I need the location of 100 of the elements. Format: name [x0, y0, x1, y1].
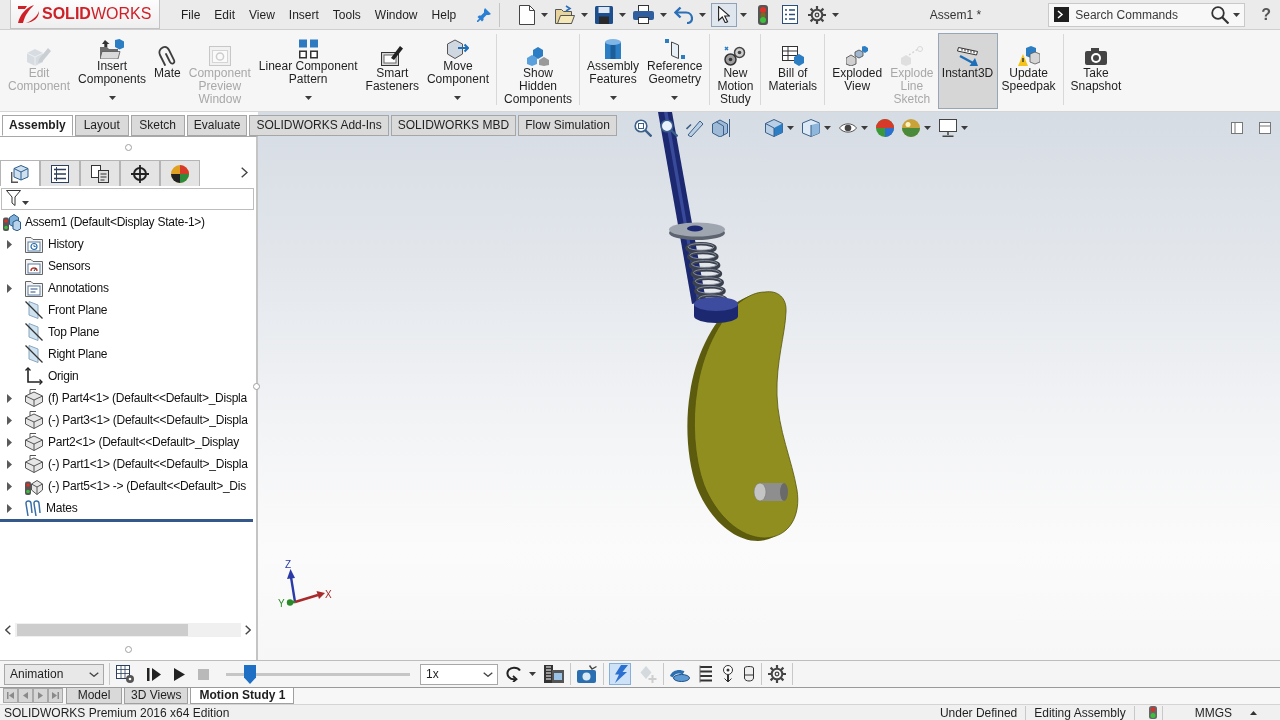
scrollbar-track[interactable]: [15, 622, 241, 637]
grip-icon[interactable]: [253, 383, 260, 390]
tree-item[interactable]: Annotations: [7, 278, 110, 298]
gear-icon[interactable]: [808, 5, 827, 24]
caret-icon[interactable]: [660, 12, 668, 17]
caret-icon[interactable]: [699, 12, 707, 17]
tool-button[interactable]: [543, 663, 565, 685]
panel-tab[interactable]: [120, 160, 160, 186]
filter-field[interactable]: [1, 188, 254, 210]
units-button[interactable]: MMGS: [1194, 705, 1232, 720]
panel-tab[interactable]: [160, 160, 200, 186]
tool-button[interactable]: [767, 663, 787, 685]
ribbon-button[interactable]: Show Hidden Components: [499, 33, 576, 109]
menu-item[interactable]: File: [174, 5, 208, 24]
ribbon-button[interactable]: Smart Fasteners: [361, 33, 423, 109]
save-icon[interactable]: [595, 5, 614, 24]
command-tab[interactable]: Layout: [74, 115, 129, 136]
scrollbar-thumb[interactable]: [17, 623, 188, 636]
slanted-arrow-icon[interactable]: [686, 119, 704, 137]
zoom-fit-icon[interactable]: [634, 119, 652, 137]
grip-icon[interactable]: [124, 144, 132, 151]
expand-arrow-icon[interactable]: [7, 481, 12, 491]
caret-icon[interactable]: [541, 12, 549, 17]
traffic-light-icon[interactable]: [758, 4, 769, 25]
scene-sphere-icon[interactable]: [902, 119, 920, 137]
eye-icon[interactable]: [839, 122, 857, 134]
help-button[interactable]: ?: [1261, 5, 1271, 24]
tool-button[interactable]: [698, 663, 714, 685]
tree-item[interactable]: Front Plane: [7, 300, 109, 320]
caret-icon[interactable]: [22, 201, 29, 205]
command-tab[interactable]: SOLIDWORKS MBD: [390, 115, 517, 136]
menu-item[interactable]: Insert: [281, 5, 326, 24]
expand-arrow-icon[interactable]: [7, 415, 12, 425]
ribbon-button[interactable]: Move Component: [422, 33, 493, 109]
select-tool-button[interactable]: [711, 2, 738, 27]
caret-icon[interactable]: [1233, 12, 1241, 17]
ribbon-button[interactable]: Update Speedpak: [997, 33, 1060, 109]
menu-item[interactable]: Window: [367, 5, 425, 24]
tree-item[interactable]: Assem1 (Default<Display State-1>): [3, 212, 206, 232]
ribbon-button[interactable]: Assembly Features: [583, 33, 644, 109]
tree-item[interactable]: Right Plane: [7, 344, 109, 364]
caret-icon[interactable]: [529, 672, 536, 676]
pin-icon[interactable]: [477, 7, 492, 22]
expand-arrow-icon[interactable]: [7, 437, 12, 447]
tree-item[interactable]: (-) Part5<1> -> (Default<<Default>_Dis: [7, 476, 247, 496]
expand-arrow-icon[interactable]: [7, 459, 12, 469]
slider-thumb[interactable]: [243, 664, 256, 684]
panel-tab[interactable]: [0, 160, 40, 186]
monitor-icon[interactable]: [939, 119, 957, 137]
search-icon[interactable]: [1211, 5, 1230, 24]
open-folder-icon[interactable]: [555, 5, 576, 24]
expand-arrow-icon[interactable]: [7, 503, 12, 513]
caret-icon[interactable]: [581, 12, 589, 17]
caret-icon[interactable]: [861, 126, 868, 130]
caret-icon[interactable]: [832, 12, 840, 17]
caret-icon[interactable]: [740, 12, 748, 17]
panel-tab[interactable]: [80, 160, 120, 186]
tree-item[interactable]: Sensors: [7, 256, 92, 276]
scroll-right-icon[interactable]: [245, 624, 251, 635]
search-bar[interactable]: Search Commands: [1048, 2, 1246, 27]
command-tab[interactable]: SOLIDWORKS Add-Ins: [249, 115, 389, 136]
ribbon-button[interactable]: New Motion Study: [713, 33, 758, 109]
window-icon[interactable]: [1259, 122, 1271, 134]
search-field[interactable]: Search Commands: [1075, 6, 1206, 23]
ribbon-button[interactable]: Reference Geometry: [643, 33, 707, 109]
tool-button[interactable]: [742, 663, 756, 685]
section-view-icon[interactable]: [712, 119, 730, 137]
chevron-right-icon[interactable]: [241, 166, 248, 178]
caret-icon[interactable]: [924, 126, 931, 130]
panel-tab[interactable]: [40, 160, 80, 186]
caret-icon[interactable]: [619, 12, 627, 17]
study-type-dropdown[interactable]: Animation: [4, 663, 104, 685]
ribbon-button[interactable]: Linear Component Pattern: [254, 33, 362, 109]
undo-icon[interactable]: [674, 5, 694, 24]
speed-dropdown[interactable]: 1x: [420, 663, 498, 685]
new-document-icon[interactable]: [519, 4, 536, 25]
list-icon[interactable]: [782, 5, 799, 24]
tree-item[interactable]: Mates: [7, 498, 79, 518]
ribbon-button[interactable]: Instant3D: [937, 33, 998, 109]
shaded-cube-icon[interactable]: [802, 119, 820, 137]
expand-arrow-icon[interactable]: [7, 239, 12, 249]
bottom-tab[interactable]: Motion Study 1: [190, 688, 295, 704]
bottom-tab[interactable]: 3D Views: [124, 688, 189, 704]
menu-item[interactable]: Edit: [207, 5, 243, 24]
tree-item[interactable]: (-) Part1<1> (Default<<Default>_Displa: [7, 454, 249, 474]
tree-item[interactable]: Top Plane: [7, 322, 101, 342]
command-tab[interactable]: Flow Simulation: [518, 115, 617, 136]
expand-arrow-icon[interactable]: [7, 393, 12, 403]
ribbon-button[interactable]: Exploded View: [828, 33, 887, 109]
menu-item[interactable]: Tools: [325, 5, 368, 24]
ribbon-button[interactable]: Insert Components: [74, 33, 151, 109]
grip-icon[interactable]: [124, 645, 132, 653]
ribbon-button[interactable]: Mate: [150, 33, 185, 109]
caret-icon[interactable]: [961, 126, 968, 130]
expand-arrow-icon[interactable]: [7, 283, 12, 293]
scroll-left-icon[interactable]: [5, 624, 11, 635]
menu-item[interactable]: View: [242, 5, 282, 24]
command-tab[interactable]: Assembly: [2, 115, 73, 136]
ribbon-button[interactable]: Bill of Materials: [764, 33, 822, 109]
tree-item[interactable]: (f) Part4<1> (Default<<Default>_Displa: [7, 388, 248, 408]
